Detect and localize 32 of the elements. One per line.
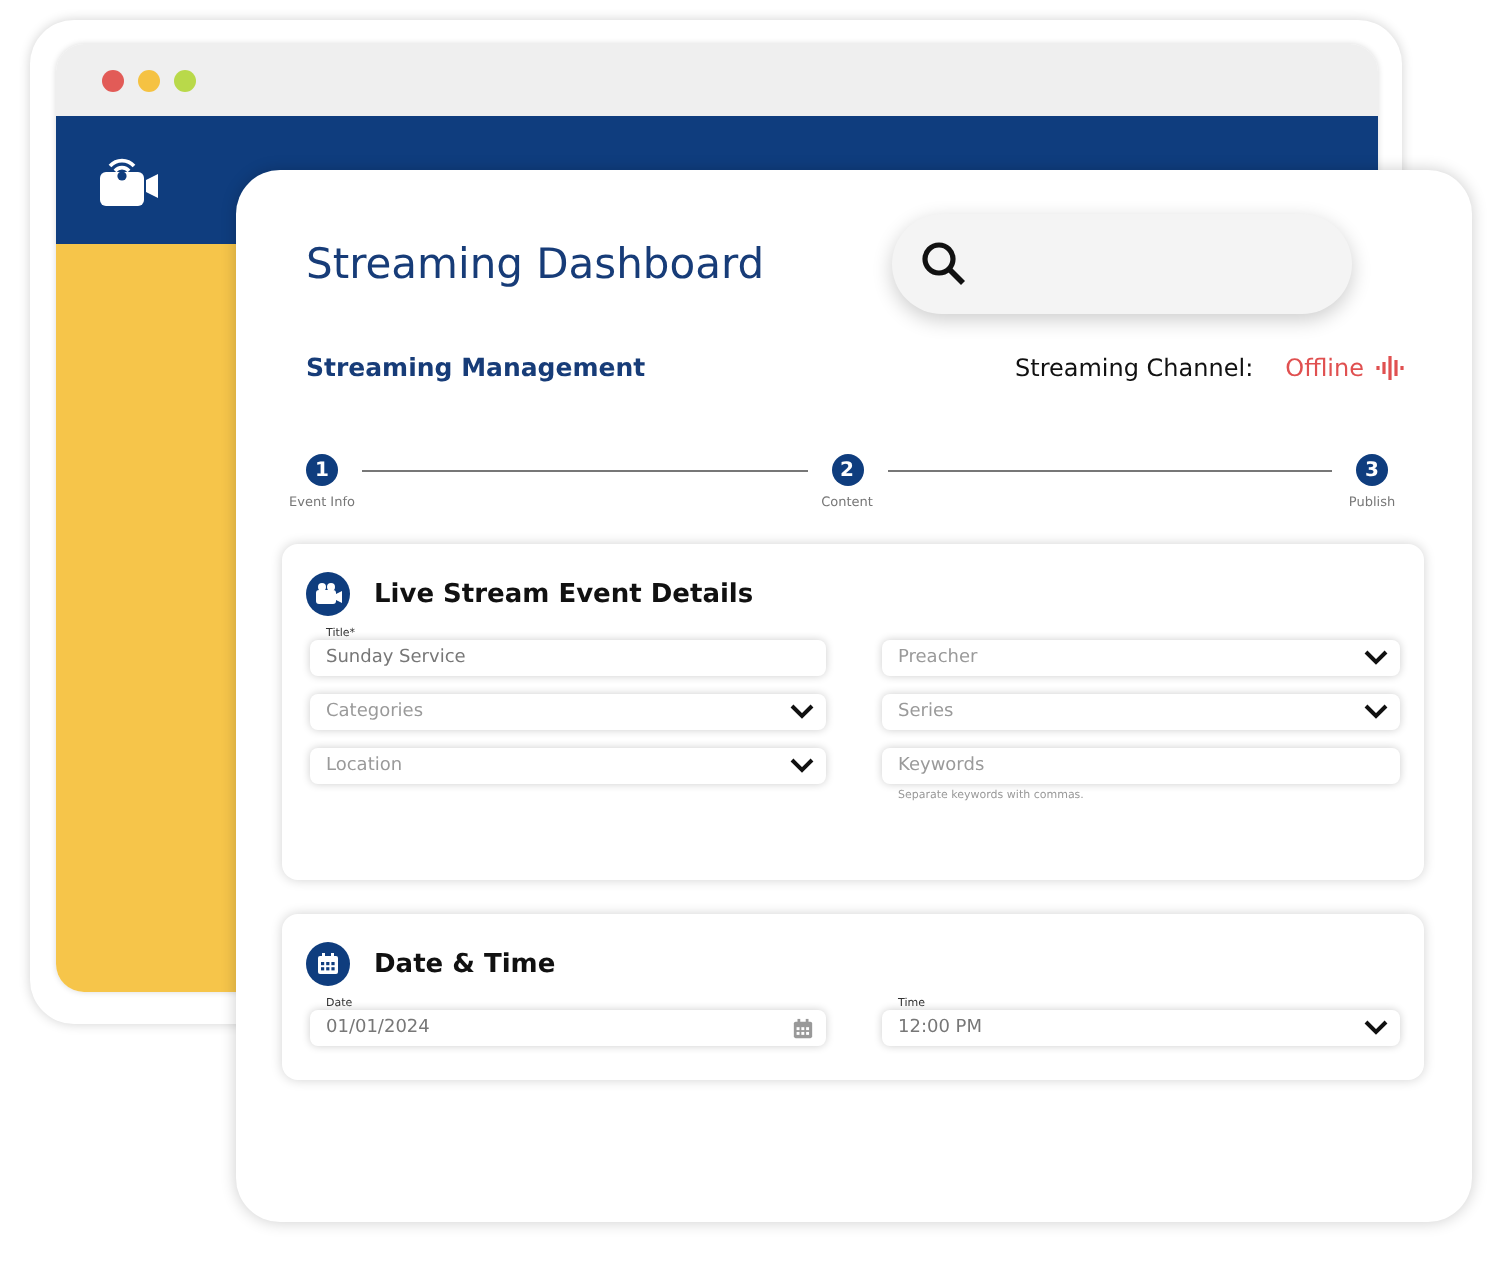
page-title: Streaming Dashboard bbox=[306, 240, 765, 288]
chevron-down-icon bbox=[790, 758, 814, 774]
step-number[interactable]: 3 bbox=[1356, 454, 1388, 486]
card-title: Date & Time bbox=[374, 949, 556, 979]
card-title: Live Stream Event Details bbox=[374, 579, 754, 609]
select-field[interactable]: Preacher bbox=[882, 640, 1400, 676]
select-field[interactable]: Categories bbox=[310, 694, 826, 730]
camera-icon bbox=[306, 572, 350, 616]
select-field[interactable]: Series bbox=[882, 694, 1400, 730]
input-field[interactable]: Keywords bbox=[882, 748, 1400, 784]
maximize-dot[interactable] bbox=[174, 69, 196, 91]
chevron-down-icon bbox=[1364, 704, 1388, 720]
step-number[interactable]: 2 bbox=[831, 454, 863, 486]
calendar-badge-icon bbox=[306, 942, 350, 986]
channel-status: Offline bbox=[1285, 353, 1364, 381]
search-field[interactable] bbox=[892, 214, 1352, 314]
date-field[interactable]: 01/01/2024 bbox=[310, 1010, 826, 1046]
close-dot[interactable] bbox=[102, 69, 124, 91]
channel-label: Streaming Channel: bbox=[1015, 353, 1254, 381]
minimize-dot[interactable] bbox=[138, 69, 160, 91]
step-number[interactable]: 1 bbox=[306, 454, 338, 486]
select-field[interactable]: 12:00 PM bbox=[882, 1010, 1400, 1046]
sound-wave-icon bbox=[1376, 353, 1408, 381]
chevron-down-icon bbox=[790, 704, 814, 720]
chevron-down-icon bbox=[1364, 1020, 1388, 1036]
search-icon bbox=[920, 240, 968, 288]
select-field[interactable]: Location bbox=[310, 748, 826, 784]
section-title: Streaming Management bbox=[306, 352, 646, 382]
camera-icon bbox=[100, 154, 160, 206]
calendar-icon bbox=[792, 1017, 814, 1039]
chevron-down-icon bbox=[1364, 650, 1388, 666]
input-field[interactable]: Sunday Service bbox=[310, 640, 826, 676]
